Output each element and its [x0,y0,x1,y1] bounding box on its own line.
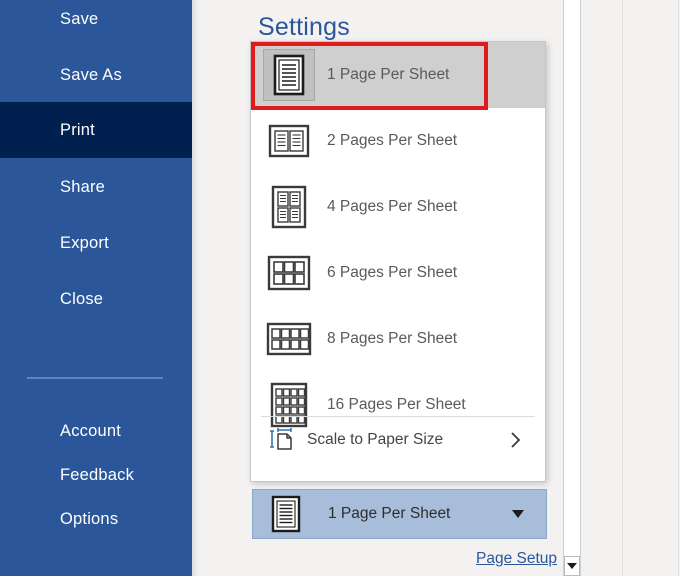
sidebar-item-label: Close [60,289,104,308]
menu-item-scale-to-paper-size[interactable]: Scale to Paper Size [251,417,545,463]
menu-item-6-pages-per-sheet[interactable]: 6 Pages Per Sheet [251,240,545,306]
menu-item-2-pages-per-sheet[interactable]: 2 Pages Per Sheet [251,108,545,174]
sidebar-item-label: Save As [60,65,122,84]
menu-item-8-pages-per-sheet[interactable]: 8 Pages Per Sheet [251,306,545,372]
page-title: Settings [258,13,350,41]
menu-item-4-pages-per-sheet[interactable]: 4 Pages Per Sheet [251,174,545,240]
sidebar-divider [27,377,163,379]
pages-1-icon [263,49,315,101]
menu-item-label: 1 Page Per Sheet [327,66,450,83]
menu-item-label: 16 Pages Per Sheet [327,396,466,413]
pages-1-icon [266,494,306,534]
pages-2-icon [263,115,315,167]
print-settings-screen: Save Save As Print Share Export Close Ac… [0,0,680,576]
sidebar-item-save-as[interactable]: Save As [0,47,192,103]
pages-4-icon [263,181,315,233]
menu-item-label: 6 Pages Per Sheet [327,264,458,281]
menu-item-1-page-per-sheet[interactable]: 1 Page Per Sheet [251,42,545,108]
pages-8-icon [263,313,315,365]
sidebar-item-label: Options [60,509,119,528]
pages-per-sheet-combobox[interactable]: 1 Page Per Sheet [252,489,547,539]
scale-to-paper-size-icon [269,427,295,453]
pages-per-sheet-dropdown: 1 Page Per Sheet 2 Pages Per Sheet 4 Pag… [250,41,546,482]
chevron-down-icon[interactable] [512,510,524,518]
combobox-value: 1 Page Per Sheet [328,505,451,522]
sidebar-item-close[interactable]: Close [0,271,192,327]
sidebar-edge-shadow [192,0,198,576]
sidebar-item-label: Print [60,120,95,139]
scroll-down-arrow-icon[interactable] [564,556,580,576]
pages-6-icon [263,247,315,299]
menu-item-label: 4 Pages Per Sheet [327,198,458,215]
sidebar-item-label: Share [60,177,106,196]
menu-item-label: Scale to Paper Size [307,431,444,448]
sidebar-item-share[interactable]: Share [0,159,192,215]
sidebar-item-label: Feedback [60,465,135,484]
sidebar-item-export[interactable]: Export [0,215,192,271]
sidebar-item-label: Account [60,421,122,440]
sidebar-item-label: Export [60,233,109,252]
menu-item-label: 2 Pages Per Sheet [327,132,458,149]
sidebar-item-options[interactable]: Options [0,491,192,547]
pane-divider-right [622,0,623,576]
sidebar-item-label: Save [60,9,99,28]
sidebar-item-print[interactable]: Print [0,102,192,158]
preview-scrollbar[interactable] [563,0,581,576]
menu-item-label: 8 Pages Per Sheet [327,330,458,347]
chevron-right-icon [509,430,523,450]
sidebar-item-save[interactable]: Save [0,0,192,47]
pane-divider-far-right [678,0,679,576]
page-setup-link[interactable]: Page Setup [476,550,557,568]
